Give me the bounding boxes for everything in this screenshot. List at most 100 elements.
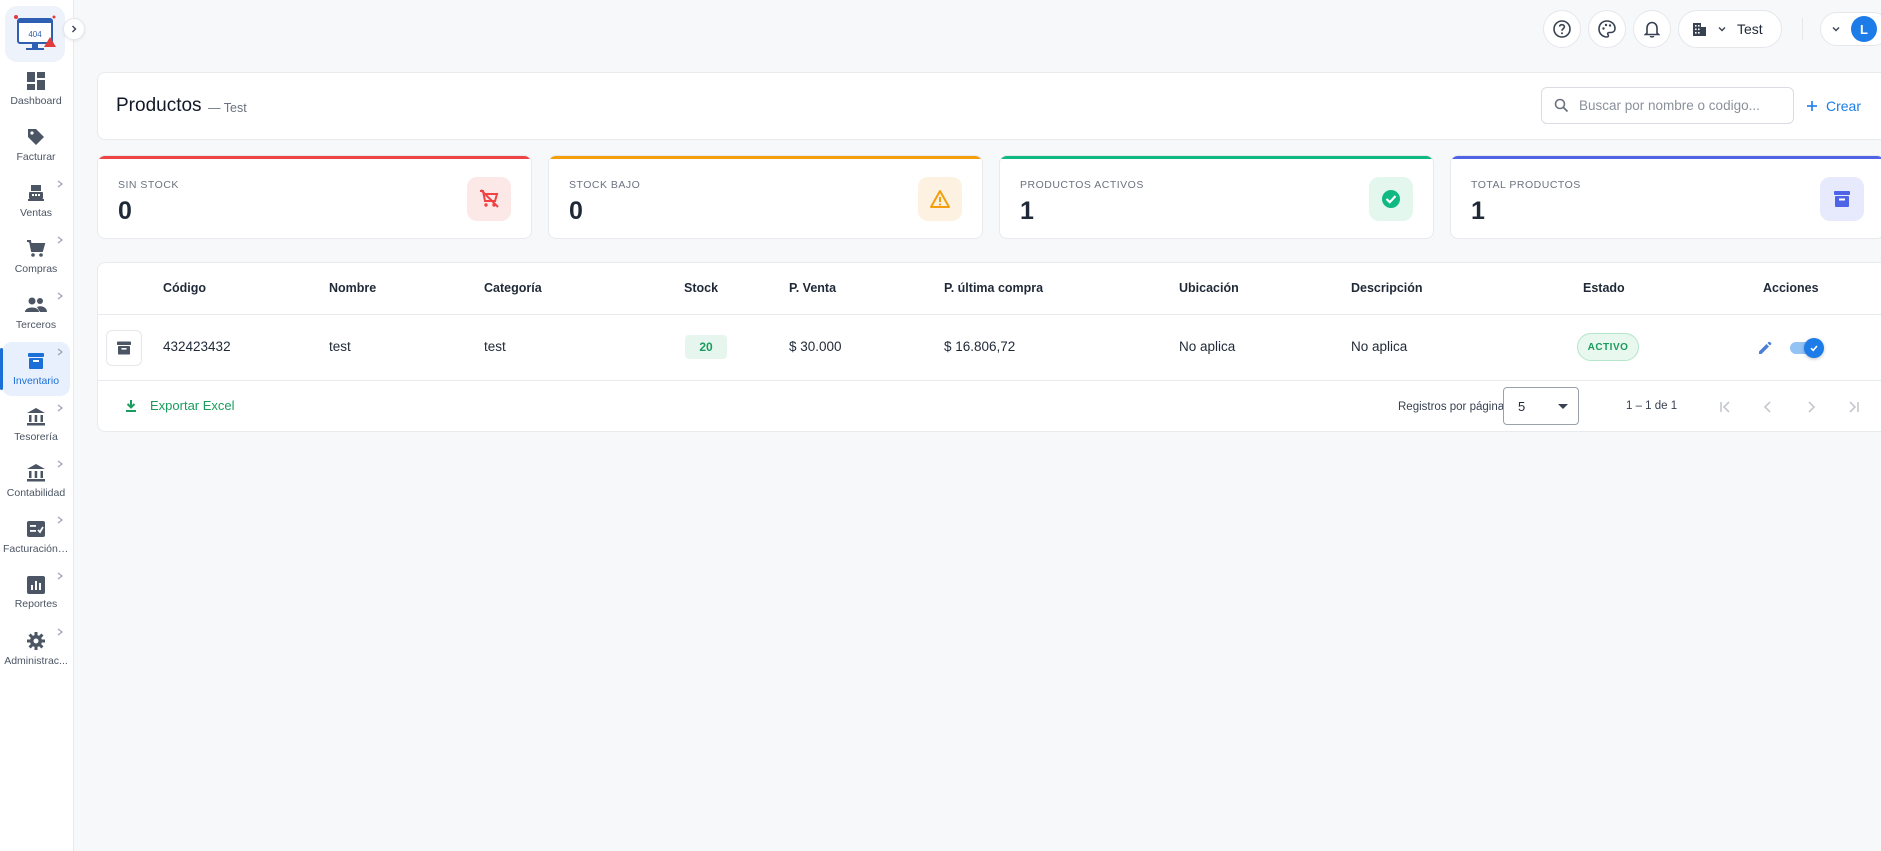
stat-icon-box [1369, 177, 1413, 221]
create-button-label: Crear [1826, 98, 1862, 114]
chevron-right-icon [57, 460, 63, 468]
sidebar-item-label: Tesorería [14, 431, 58, 443]
user-menu[interactable]: L [1820, 12, 1881, 46]
next-page-button[interactable] [1799, 395, 1823, 419]
pagination-range: 1 – 1 de 1 [1626, 400, 1678, 412]
column-header-categoria[interactable]: Categoría [484, 281, 542, 295]
people-icon [25, 297, 47, 312]
cell-p-venta: $ 30.000 [789, 339, 842, 354]
export-excel-label: Exportar Excel [150, 398, 235, 413]
download-icon [126, 399, 136, 412]
sidebar-item-label: Dashboard [10, 95, 62, 107]
column-header-p-venta[interactable]: P. Venta [789, 281, 836, 295]
stat-card-total-productos: TOTAL PRODUCTOS 1 [1450, 155, 1881, 239]
stat-label: STOCK BAJO [569, 179, 641, 191]
stat-icon-box [467, 177, 511, 221]
first-page-button[interactable] [1713, 395, 1737, 419]
cell-p-ultima-compra: $ 16.806,72 [944, 339, 1016, 354]
column-header-p-ultima-compra[interactable]: P. última compra [944, 281, 1043, 295]
search-box[interactable] [1541, 87, 1794, 124]
column-header-acciones: Acciones [1763, 281, 1819, 295]
sidebar-item-facturacion[interactable]: Facturación ... [2, 510, 70, 564]
theme-button[interactable] [1588, 10, 1626, 48]
last-page-icon [1849, 401, 1859, 413]
sidebar-item-administracion[interactable]: Administrac... [2, 622, 70, 676]
sidebar-item-label: Facturación ... [3, 543, 69, 555]
column-header-estado[interactable]: Estado [1583, 281, 1625, 295]
rows-per-page-value: 5 [1518, 399, 1526, 414]
company-selector[interactable]: Test [1678, 10, 1782, 48]
app-logo[interactable]: 404 [5, 6, 65, 62]
column-header-codigo[interactable]: Código [163, 281, 206, 295]
gear-icon [27, 632, 45, 650]
dashboard-icon [27, 72, 45, 90]
help-button[interactable] [1543, 10, 1581, 48]
create-button[interactable]: Crear [1806, 91, 1861, 121]
chevron-right-icon [57, 292, 63, 300]
rows-per-page-label: Registros por página [1398, 401, 1505, 413]
chevron-left-icon [1763, 401, 1771, 413]
chevron-right-icon [57, 516, 63, 524]
cell-codigo: 432423432 [163, 339, 231, 354]
sidebar-item-inventario[interactable]: Inventario [0, 342, 70, 396]
error-404-logo-icon: 404 [14, 15, 56, 50]
stat-card-sin-stock: SIN STOCK 0 [97, 155, 532, 239]
sidebar-item-label: Terceros [15, 319, 57, 331]
table-header: Código Nombre Categoría Stock P. Venta P… [98, 263, 1881, 315]
cart-off-icon [480, 189, 499, 208]
check-circle-icon [1382, 190, 1400, 208]
sidebar-toggle-button[interactable] [63, 18, 85, 40]
sidebar-item-tesoreria[interactable]: Tesorería [2, 398, 70, 452]
last-page-button[interactable] [1842, 395, 1866, 419]
bell-icon [1643, 21, 1661, 38]
archive-box-icon [117, 341, 131, 355]
sidebar-item-label: Inventario [12, 375, 60, 387]
stat-accent-bar [1451, 156, 1881, 159]
column-header-stock[interactable]: Stock [684, 281, 718, 295]
page-title: Productos [116, 95, 202, 116]
active-toggle[interactable] [1790, 338, 1824, 358]
search-icon [1554, 98, 1569, 113]
company-name: Test [1737, 21, 1763, 37]
export-excel-button[interactable]: Exportar Excel [124, 398, 235, 413]
rows-per-page-select[interactable]: 5 [1503, 387, 1579, 425]
previous-page-button[interactable] [1756, 395, 1780, 419]
stat-label: TOTAL PRODUCTOS [1471, 179, 1581, 191]
column-header-nombre[interactable]: Nombre [329, 281, 376, 295]
stat-accent-bar [549, 156, 982, 159]
sidebar-item-ventas[interactable]: Ventas [2, 174, 70, 228]
page-header: Productos — Test Crear [97, 72, 1881, 140]
products-table: Código Nombre Categoría Stock P. Venta P… [97, 262, 1881, 432]
table-row[interactable]: 432423432 test test 20 $ 30.000 $ 16.806… [98, 315, 1881, 381]
column-header-ubicacion[interactable]: Ubicación [1179, 281, 1239, 295]
cell-categoria: test [484, 339, 506, 354]
plus-icon [1807, 101, 1817, 111]
table-footer: Exportar Excel Registros por página 5 1 … [98, 381, 1881, 433]
palette-icon [1598, 20, 1616, 38]
bar-chart-icon [27, 576, 45, 594]
stat-label: PRODUCTOS ACTIVOS [1020, 179, 1144, 191]
sidebar-item-facturar[interactable]: Facturar [2, 118, 70, 172]
status-badge: ACTIVO [1577, 333, 1639, 361]
sidebar-item-contabilidad[interactable]: Contabilidad [2, 454, 70, 508]
sidebar-item-dashboard[interactable]: Dashboard [2, 62, 70, 116]
tag-icon [28, 129, 44, 145]
stock-badge: 20 [685, 335, 727, 359]
column-header-descripcion[interactable]: Descripción [1351, 281, 1423, 295]
stat-value: 0 [569, 197, 583, 225]
stat-card-stock-bajo: STOCK BAJO 0 [548, 155, 983, 239]
chevron-down-icon [1718, 27, 1726, 32]
first-page-icon [1720, 401, 1730, 413]
caret-down-icon [1558, 404, 1568, 409]
edit-button[interactable] [1753, 337, 1775, 359]
notifications-button[interactable] [1633, 10, 1671, 48]
sidebar-item-terceros[interactable]: Terceros [2, 286, 70, 340]
stat-accent-bar [98, 156, 531, 159]
sidebar-item-reportes[interactable]: Reportes [2, 566, 70, 620]
check-icon [1810, 345, 1818, 352]
sidebar-item-compras[interactable]: Compras [2, 230, 70, 284]
search-input[interactable] [1579, 98, 1779, 113]
stat-value: 1 [1020, 197, 1034, 225]
svg-text:404: 404 [28, 30, 42, 39]
stat-value: 1 [1471, 197, 1485, 225]
